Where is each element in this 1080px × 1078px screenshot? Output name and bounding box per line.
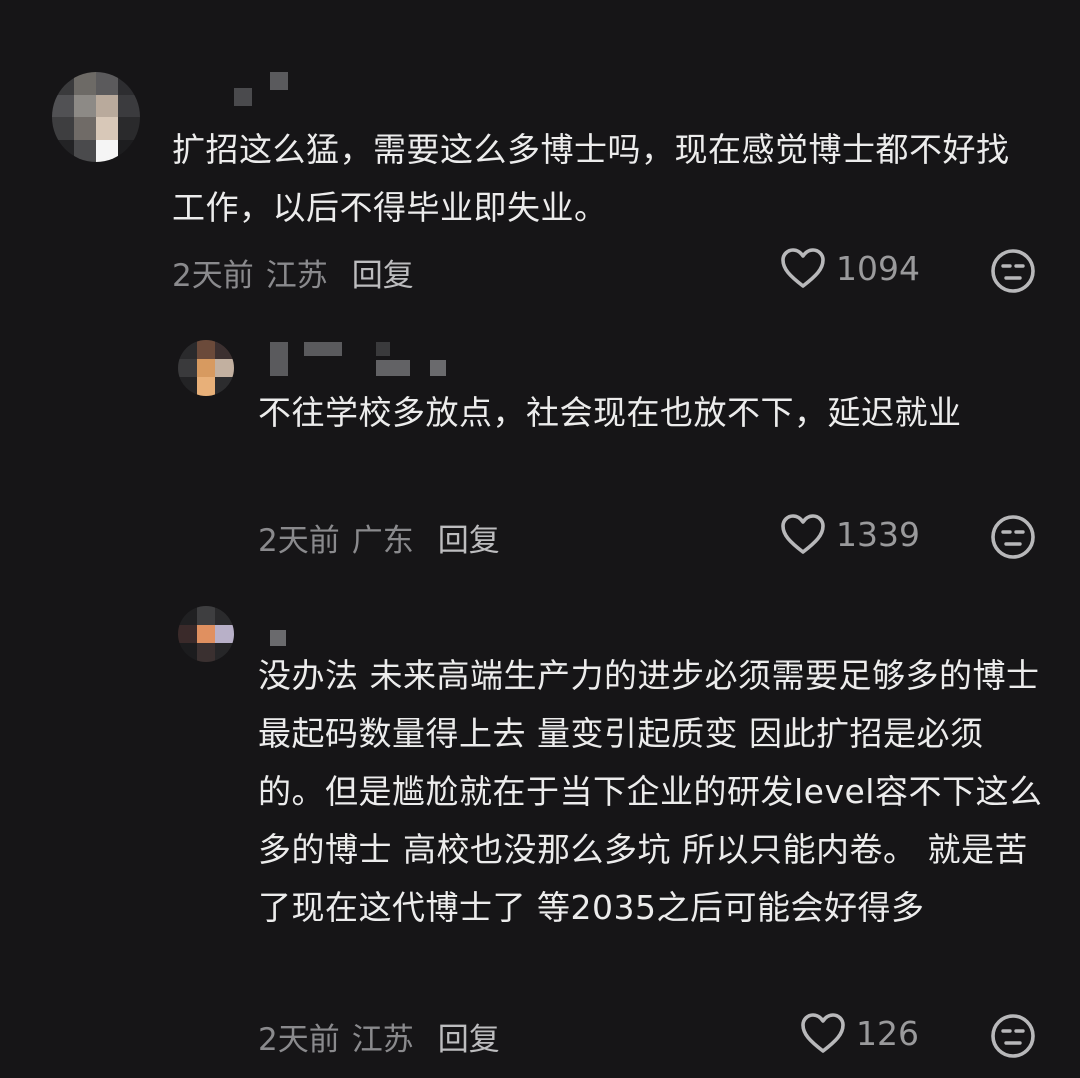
unamused-face-icon	[991, 1014, 1035, 1058]
username-blurred	[376, 342, 390, 356]
username-blurred	[304, 342, 342, 356]
heart-outline-icon	[781, 248, 825, 288]
avatar[interactable]	[178, 340, 234, 396]
comment-text: 不往学校多放点，社会现在也放不下，延迟就业	[258, 393, 962, 432]
reply-item: 没办法 未来高端生产力的进步必须需要足够多的博士 最起码数量得上去 量变引起质变…	[0, 590, 1080, 1078]
like-count: 1094	[836, 248, 920, 288]
like-button[interactable]: 1339	[780, 513, 920, 555]
comment-meta: 2天前 江苏 回复	[172, 250, 414, 295]
comment-time: 2天前	[172, 258, 254, 294]
comment-time: 2天前	[258, 1022, 340, 1058]
username-blurred	[270, 342, 288, 376]
avatar[interactable]	[52, 72, 140, 162]
comment-text: 没办法 未来高端生产力的进步必须需要足够多的博士 最起码数量得上去 量变引起质变…	[258, 656, 1043, 927]
like-button[interactable]: 1094	[780, 247, 920, 289]
username-blurred	[234, 88, 252, 106]
comment-meta: 2天前 广东 回复	[258, 515, 500, 560]
username-blurred	[430, 360, 446, 376]
unamused-face-icon	[991, 515, 1035, 559]
username-blurred	[270, 72, 288, 90]
reply-item: 不往学校多放点，社会现在也放不下，延迟就业 2天前 广东 回复 1339	[0, 320, 1080, 580]
heart-outline-icon	[801, 1013, 845, 1053]
reply-button[interactable]: 回复	[352, 258, 414, 294]
reply-button[interactable]: 回复	[438, 1022, 500, 1058]
reply-button[interactable]: 回复	[438, 523, 500, 559]
comment-region: 广东	[351, 523, 414, 559]
like-count: 126	[856, 1013, 919, 1053]
comment-text: 扩招这么猛，需要这么多博士吗，现在感觉博士都不好找工作，以后不得毕业即失业。	[172, 130, 1010, 227]
comment-meta: 2天前 江苏 回复	[258, 1014, 500, 1059]
username-blurred	[376, 360, 410, 376]
unamused-face-icon	[991, 249, 1035, 293]
like-count: 1339	[836, 514, 920, 554]
comment-region: 江苏	[265, 258, 328, 294]
username-blurred	[270, 630, 286, 646]
heart-outline-icon	[781, 514, 825, 554]
dislike-button[interactable]	[990, 248, 1036, 298]
comment-region: 江苏	[351, 1022, 414, 1058]
dislike-button[interactable]	[990, 1013, 1036, 1063]
comment-time: 2天前	[258, 523, 340, 559]
avatar[interactable]	[178, 606, 234, 662]
comment-item: 扩招这么猛，需要这么多博士吗，现在感觉博士都不好找工作，以后不得毕业即失业。 2…	[0, 0, 1080, 310]
like-button[interactable]: 126	[800, 1012, 919, 1054]
dislike-button[interactable]	[990, 514, 1036, 564]
